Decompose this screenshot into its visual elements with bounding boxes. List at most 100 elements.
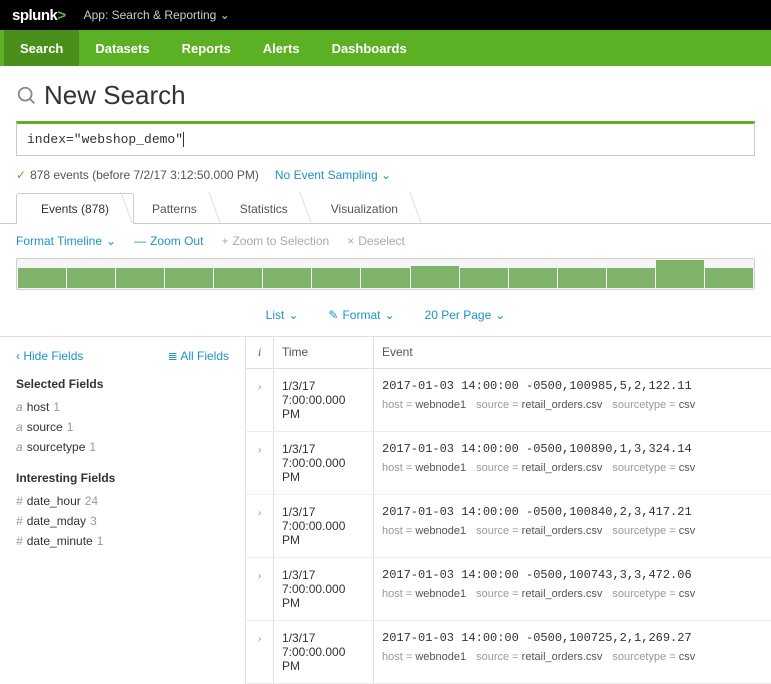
event-meta: host = webnode1 source = retail_orders.cs… <box>382 525 763 537</box>
timeline-bar[interactable] <box>67 268 115 288</box>
app-switcher[interactable]: App: Search & Reporting ⌄ <box>84 8 230 22</box>
meta-host[interactable]: host = webnode1 <box>382 525 466 537</box>
event-raw[interactable]: 2017-01-03 14:00:00 -0500,100725,2,1,269… <box>382 631 763 645</box>
event-time: 1/3/177:00:00.000 PM <box>274 558 374 620</box>
search-input[interactable]: index="webshop_demo" <box>16 121 755 156</box>
meta-source[interactable]: source = retail_orders.csv <box>476 651 602 663</box>
tab-statistics[interactable]: Statistics <box>215 193 313 224</box>
nav-item-alerts[interactable]: Alerts <box>247 30 316 66</box>
navbar: SearchDatasetsReportsAlertsDashboards <box>0 30 771 66</box>
nav-item-datasets[interactable]: Datasets <box>79 30 165 66</box>
interesting-fields-heading: Interesting Fields <box>16 471 229 485</box>
timeline-bar[interactable] <box>214 268 262 288</box>
timeline-bar[interactable] <box>361 268 409 288</box>
event-meta: host = webnode1 source = retail_orders.cs… <box>382 462 763 474</box>
fields-sidebar: ‹ Hide Fields ≣ All Fields Selected Fiel… <box>0 337 245 684</box>
field-date_minute[interactable]: #date_minute1 <box>16 531 229 551</box>
meta-source[interactable]: source = retail_orders.csv <box>476 462 602 474</box>
event-time: 1/3/177:00:00.000 PM <box>274 432 374 494</box>
event-raw[interactable]: 2017-01-03 14:00:00 -0500,100890,1,3,324… <box>382 442 763 456</box>
field-host[interactable]: ahost1 <box>16 397 229 417</box>
deselect-button: × Deselect <box>347 234 405 248</box>
event-time: 1/3/177:00:00.000 PM <box>274 369 374 431</box>
tab-events-[interactable]: Events (878) <box>16 193 134 224</box>
meta-source[interactable]: source = retail_orders.csv <box>476 399 602 411</box>
zoom-out-button[interactable]: — Zoom Out <box>134 234 203 248</box>
meta-source[interactable]: source = retail_orders.csv <box>476 588 602 600</box>
page-title-row: New Search <box>16 80 755 111</box>
timeline-bar[interactable] <box>116 268 164 288</box>
timeline-chart[interactable] <box>16 258 755 290</box>
list-view-dropdown[interactable]: List ⌄ <box>266 308 299 322</box>
expand-row-button[interactable]: › <box>246 369 274 431</box>
timeline-bar[interactable] <box>165 268 213 288</box>
event-meta: host = webnode1 source = retail_orders.cs… <box>382 399 763 411</box>
meta-sourcetype[interactable]: sourcetype = csv <box>612 462 695 474</box>
meta-host[interactable]: host = webnode1 <box>382 588 466 600</box>
event-raw[interactable]: 2017-01-03 14:00:00 -0500,100840,2,3,417… <box>382 505 763 519</box>
timeline-bar[interactable] <box>263 268 311 288</box>
meta-host[interactable]: host = webnode1 <box>382 651 466 663</box>
nav-item-search[interactable]: Search <box>4 30 79 66</box>
event-row: ›1/3/177:00:00.000 PM 2017-01-03 14:00:00… <box>246 621 771 684</box>
event-row: ›1/3/177:00:00.000 PM 2017-01-03 14:00:00… <box>246 432 771 495</box>
expand-row-button[interactable]: › <box>246 621 274 683</box>
meta-sourcetype[interactable]: sourcetype = csv <box>612 399 695 411</box>
field-date_hour[interactable]: #date_hour24 <box>16 491 229 511</box>
timeline-bar[interactable] <box>509 268 557 288</box>
expand-row-button[interactable]: › <box>246 558 274 620</box>
nav-item-dashboards[interactable]: Dashboards <box>316 30 423 66</box>
selected-fields-heading: Selected Fields <box>16 377 229 391</box>
events-table: i Time Event ›1/3/177:00:00.000 PM2017-0… <box>245 337 771 684</box>
meta-sourcetype[interactable]: sourcetype = csv <box>612 651 695 663</box>
meta-sourcetype[interactable]: sourcetype = csv <box>612 525 695 537</box>
search-icon <box>16 85 38 107</box>
timeline-bar[interactable] <box>558 268 606 288</box>
event-raw[interactable]: 2017-01-03 14:00:00 -0500,100985,5,2,122… <box>382 379 763 393</box>
all-fields-button[interactable]: ≣ All Fields <box>168 349 229 363</box>
event-meta: host = webnode1 source = retail_orders.cs… <box>382 588 763 600</box>
event-raw[interactable]: 2017-01-03 14:00:00 -0500,100743,3,3,472… <box>382 568 763 582</box>
timeline-bar[interactable] <box>607 268 655 288</box>
expand-row-button[interactable]: › <box>246 495 274 557</box>
event-sampling-dropdown[interactable]: No Event Sampling ⌄ <box>275 168 391 182</box>
meta-host[interactable]: host = webnode1 <box>382 399 466 411</box>
event-row: ›1/3/177:00:00.000 PM 2017-01-03 14:00:00… <box>246 558 771 621</box>
field-date_mday[interactable]: #date_mday3 <box>16 511 229 531</box>
logo: splunk> <box>12 7 66 24</box>
field-source[interactable]: asource1 <box>16 417 229 437</box>
timeline-controls: Format Timeline ⌄ — Zoom Out + Zoom to S… <box>16 224 755 258</box>
topbar: splunk> App: Search & Reporting ⌄ <box>0 0 771 30</box>
event-time: 1/3/177:00:00.000 PM <box>274 621 374 683</box>
timeline-bar[interactable] <box>460 268 508 288</box>
format-timeline-dropdown[interactable]: Format Timeline ⌄ <box>16 234 116 248</box>
meta-host[interactable]: host = webnode1 <box>382 462 466 474</box>
nav-item-reports[interactable]: Reports <box>166 30 247 66</box>
timeline-bar[interactable] <box>411 266 459 288</box>
event-meta: host = webnode1 source = retail_orders.cs… <box>382 651 763 663</box>
expand-row-button[interactable]: › <box>246 432 274 494</box>
table-controls: List ⌄ ✎ Format ⌄ 20 Per Page ⌄ <box>16 294 755 336</box>
tab-visualization[interactable]: Visualization <box>306 193 423 224</box>
col-header-info[interactable]: i <box>246 337 274 368</box>
timeline-bar[interactable] <box>312 268 360 288</box>
timeline-bar[interactable] <box>656 260 704 288</box>
field-sourcetype[interactable]: asourcetype1 <box>16 437 229 457</box>
zoom-to-selection-button: + Zoom to Selection <box>221 234 329 248</box>
timeline-bar[interactable] <box>705 268 753 288</box>
page-title: New Search <box>44 80 186 111</box>
hide-fields-button[interactable]: ‹ Hide Fields <box>16 349 83 363</box>
col-header-time[interactable]: Time <box>274 337 374 368</box>
meta-source[interactable]: source = retail_orders.csv <box>476 525 602 537</box>
result-tabs: Events (878)PatternsStatisticsVisualizat… <box>0 192 771 224</box>
event-row: ›1/3/177:00:00.000 PM 2017-01-03 14:00:00… <box>246 495 771 558</box>
tab-patterns[interactable]: Patterns <box>127 193 222 224</box>
timeline-bar[interactable] <box>18 268 66 288</box>
status-row: ✓878 events (before 7/2/17 3:12:50.000 P… <box>16 168 755 182</box>
format-dropdown[interactable]: ✎ Format ⌄ <box>328 308 394 322</box>
meta-sourcetype[interactable]: sourcetype = csv <box>612 588 695 600</box>
col-header-event: Event <box>374 337 771 368</box>
event-time: 1/3/177:00:00.000 PM <box>274 495 374 557</box>
events-header-row: i Time Event <box>246 337 771 369</box>
per-page-dropdown[interactable]: 20 Per Page ⌄ <box>425 308 506 322</box>
